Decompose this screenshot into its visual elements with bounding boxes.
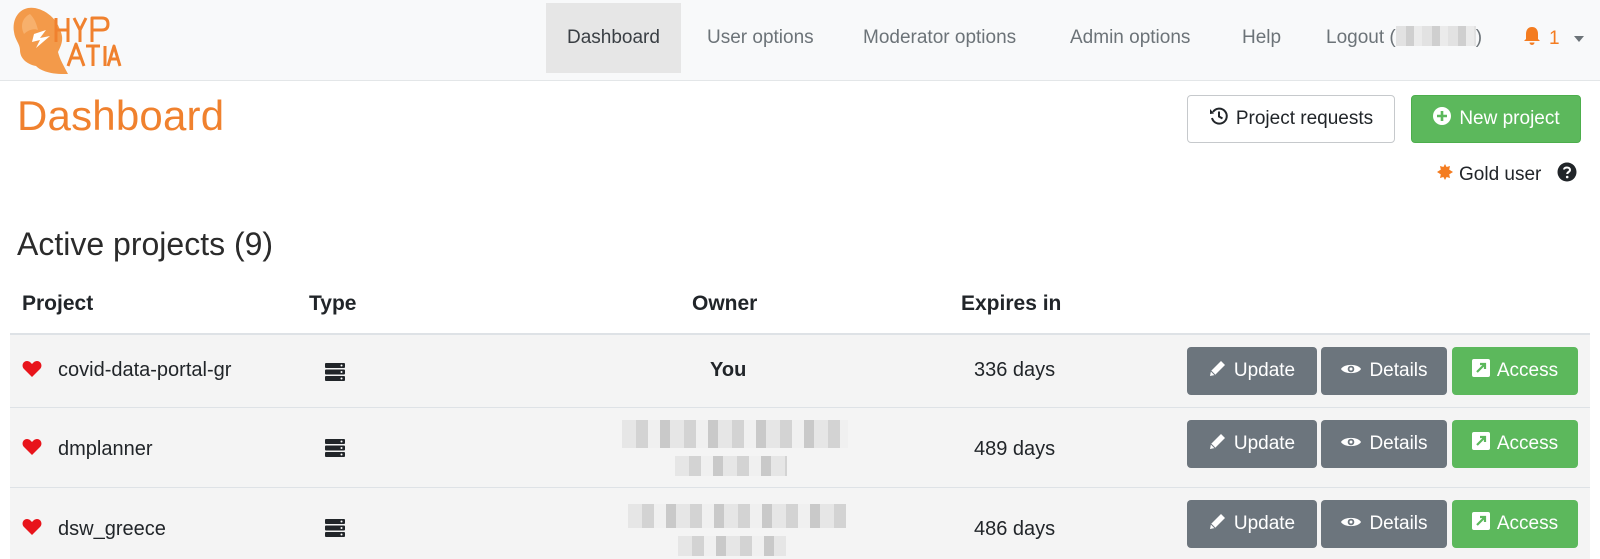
details-label: Details — [1369, 360, 1428, 381]
access-button[interactable]: Access — [1452, 500, 1578, 548]
details-button[interactable]: Details — [1321, 347, 1447, 395]
expires-in: 486 days — [974, 518, 1056, 540]
column-header-project: Project — [22, 292, 94, 315]
owner-redacted — [675, 456, 787, 476]
history-icon — [1209, 106, 1229, 132]
top-navbar: Dashboard User options Moderator options… — [0, 0, 1600, 81]
user-level-indicator: Gold user — [1437, 162, 1577, 188]
logout-suffix: ) — [1475, 27, 1483, 48]
update-button[interactable]: Update — [1187, 347, 1317, 395]
gold-badge-icon — [1437, 164, 1453, 186]
owner-redacted — [628, 504, 846, 528]
nav-user-options[interactable]: User options — [686, 3, 835, 73]
bell-icon — [1523, 26, 1541, 52]
table-row: dsw_greece 486 days Update Details Acces… — [10, 488, 1590, 559]
section-title: Active projects (9) — [17, 226, 274, 262]
project-name[interactable]: dmplanner — [58, 438, 153, 461]
owner-name: You — [710, 359, 747, 381]
access-button[interactable]: Access — [1452, 347, 1578, 395]
project-name[interactable]: dsw_greece — [58, 518, 166, 541]
eye-icon — [1340, 433, 1362, 455]
external-link-icon — [1471, 359, 1490, 383]
table-header: Project Type Owner Expires in — [10, 280, 1590, 335]
heart-icon[interactable] — [22, 360, 42, 383]
update-button[interactable]: Update — [1187, 500, 1317, 548]
project-requests-label: Project requests — [1235, 108, 1374, 129]
pencil-icon — [1209, 359, 1227, 383]
details-label: Details — [1369, 433, 1428, 454]
hypatia-logo[interactable] — [10, 4, 122, 76]
access-button[interactable]: Access — [1452, 420, 1578, 468]
pencil-icon — [1209, 512, 1227, 536]
access-label: Access — [1496, 513, 1559, 534]
details-button[interactable]: Details — [1321, 420, 1447, 468]
projects-table: Project Type Owner Expires in covid-data… — [10, 280, 1590, 559]
user-level-label: Gold user — [1459, 164, 1542, 185]
pencil-icon — [1209, 432, 1227, 456]
column-header-owner: Owner — [692, 292, 758, 315]
notifications-dropdown[interactable]: 1 — [1523, 24, 1584, 54]
nav-moderator-options[interactable]: Moderator options — [842, 3, 1037, 73]
nav-dashboard[interactable]: Dashboard — [546, 3, 681, 73]
new-project-label: New project — [1459, 108, 1560, 129]
nav-help[interactable]: Help — [1221, 3, 1302, 73]
column-header-expires: Expires in — [961, 292, 1062, 315]
server-icon — [325, 519, 345, 542]
owner-redacted — [678, 536, 786, 556]
project-name[interactable]: covid-data-portal-gr — [58, 359, 231, 382]
heart-icon[interactable] — [22, 438, 42, 461]
plus-circle-icon — [1432, 106, 1452, 132]
eye-icon — [1340, 513, 1362, 535]
eye-icon — [1340, 360, 1362, 382]
external-link-icon — [1471, 512, 1490, 536]
owner-redacted — [622, 420, 848, 448]
update-label: Update — [1233, 513, 1296, 534]
update-label: Update — [1233, 360, 1296, 381]
username-redacted — [1395, 26, 1476, 46]
help-icon[interactable] — [1557, 162, 1577, 188]
details-label: Details — [1369, 513, 1428, 534]
access-label: Access — [1496, 433, 1559, 454]
server-icon — [325, 439, 345, 462]
logout-prefix: Logout ( — [1326, 27, 1396, 48]
heart-icon[interactable] — [22, 518, 42, 541]
server-icon — [325, 363, 345, 386]
new-project-button[interactable]: New project — [1411, 95, 1581, 143]
update-label: Update — [1233, 433, 1296, 454]
access-label: Access — [1496, 360, 1559, 381]
nav-admin-options[interactable]: Admin options — [1049, 3, 1211, 73]
table-row: dmplanner 489 days Update Details Access — [10, 408, 1590, 488]
expires-in: 336 days — [974, 359, 1056, 381]
project-requests-button[interactable]: Project requests — [1187, 95, 1395, 143]
details-button[interactable]: Details — [1321, 500, 1447, 548]
notification-count: 1 — [1549, 28, 1560, 49]
nav-logout[interactable]: Logout () — [1305, 3, 1503, 73]
expires-in: 489 days — [974, 438, 1056, 460]
table-row: covid-data-portal-gr You 336 days Update… — [10, 335, 1590, 408]
page-title: Dashboard — [17, 92, 225, 139]
external-link-icon — [1471, 432, 1490, 456]
chevron-down-icon — [1573, 36, 1584, 42]
column-header-type: Type — [309, 292, 357, 315]
update-button[interactable]: Update — [1187, 420, 1317, 468]
